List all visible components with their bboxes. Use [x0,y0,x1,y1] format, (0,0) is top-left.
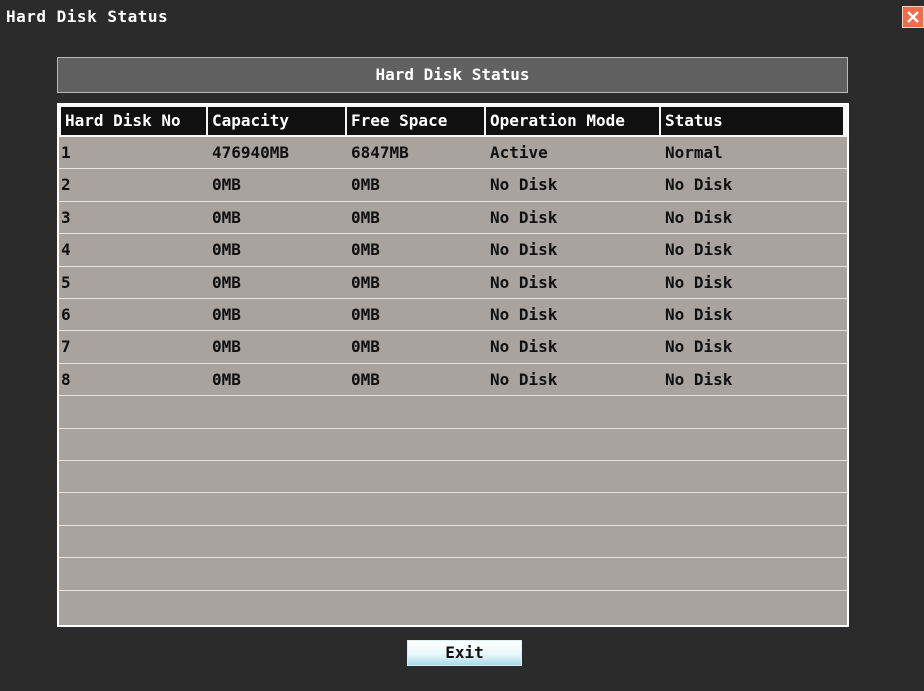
column-header-capacity: Capacity [208,107,345,135]
free-space-cell: 0MB [351,207,380,227]
operation-mode-cell: No Disk [490,272,558,292]
table-row: 6 0MB 0MB No Disk No Disk [59,299,847,332]
table-row: 4 0MB 0MB No Disk No Disk [59,234,847,267]
disk-no-cell: 6 [61,305,71,324]
table-row: 5 0MB 0MB No Disk No Disk [59,267,847,299]
table-row [59,493,847,526]
table-row [59,591,847,619]
operation-mode-cell: No Disk [490,337,558,357]
window-title: Hard Disk Status [6,7,169,26]
free-space-cell: 0MB [351,272,380,292]
table-row [59,558,847,591]
free-space-cell: 0MB [351,369,380,389]
operation-mode-cell: No Disk [490,207,558,227]
table-row [59,429,847,461]
operation-mode-cell: No Disk [490,369,558,389]
operation-mode-cell: No Disk [490,305,558,324]
close-button[interactable] [902,6,924,28]
capacity-cell: 476940MB [212,143,290,162]
disk-no-cell: 5 [61,272,71,292]
column-header-hard-disk-no: Hard Disk No [61,107,206,135]
status-cell: No Disk [665,369,733,389]
disk-no-cell: 4 [61,240,71,260]
status-cell: No Disk [665,207,733,227]
capacity-cell: 0MB [212,305,241,324]
capacity-cell: 0MB [212,272,241,292]
table-row: 8 0MB 0MB No Disk No Disk [59,364,847,397]
operation-mode-cell: No Disk [490,240,558,260]
table-row [59,461,847,494]
capacity-cell: 0MB [212,369,241,389]
free-space-cell: 0MB [351,175,380,195]
panel-title: Hard Disk Status [57,57,848,93]
exit-button[interactable]: Exit [407,640,522,666]
free-space-cell: 0MB [351,305,380,324]
table-row: 7 0MB 0MB No Disk No Disk [59,331,847,364]
free-space-cell: 6847MB [351,143,409,162]
status-cell: No Disk [665,272,733,292]
column-header-free-space: Free Space [347,107,484,135]
capacity-cell: 0MB [212,175,241,195]
table-row: 2 0MB 0MB No Disk No Disk [59,169,847,202]
status-cell: No Disk [665,240,733,260]
capacity-cell: 0MB [212,240,241,260]
status-cell: Normal [665,143,723,162]
disk-status-table: Hard Disk No Capacity Free Space Operati… [57,103,849,627]
status-cell: No Disk [665,337,733,357]
disk-no-cell: 7 [61,337,71,357]
status-cell: No Disk [665,305,733,324]
disk-no-cell: 8 [61,369,71,389]
table-row [59,526,847,559]
free-space-cell: 0MB [351,337,380,357]
disk-no-cell: 3 [61,207,71,227]
capacity-cell: 0MB [212,207,241,227]
close-icon [907,11,919,23]
operation-mode-cell: Active [490,143,548,162]
operation-mode-cell: No Disk [490,175,558,195]
table-header: Hard Disk No Capacity Free Space Operati… [59,105,847,137]
column-header-status: Status [661,107,843,135]
free-space-cell: 0MB [351,240,380,260]
table-body: Hard Disk No Capacity Free Space Operati… [59,105,847,625]
disk-no-cell: 1 [61,143,71,162]
table-row: 3 0MB 0MB No Disk No Disk [59,202,847,235]
table-row: 1 476940MB 6847MB Active Normal [59,137,847,170]
disk-no-cell: 2 [61,175,71,195]
column-header-operation-mode: Operation Mode [486,107,659,135]
capacity-cell: 0MB [212,337,241,357]
status-cell: No Disk [665,175,733,195]
table-row [59,396,847,429]
